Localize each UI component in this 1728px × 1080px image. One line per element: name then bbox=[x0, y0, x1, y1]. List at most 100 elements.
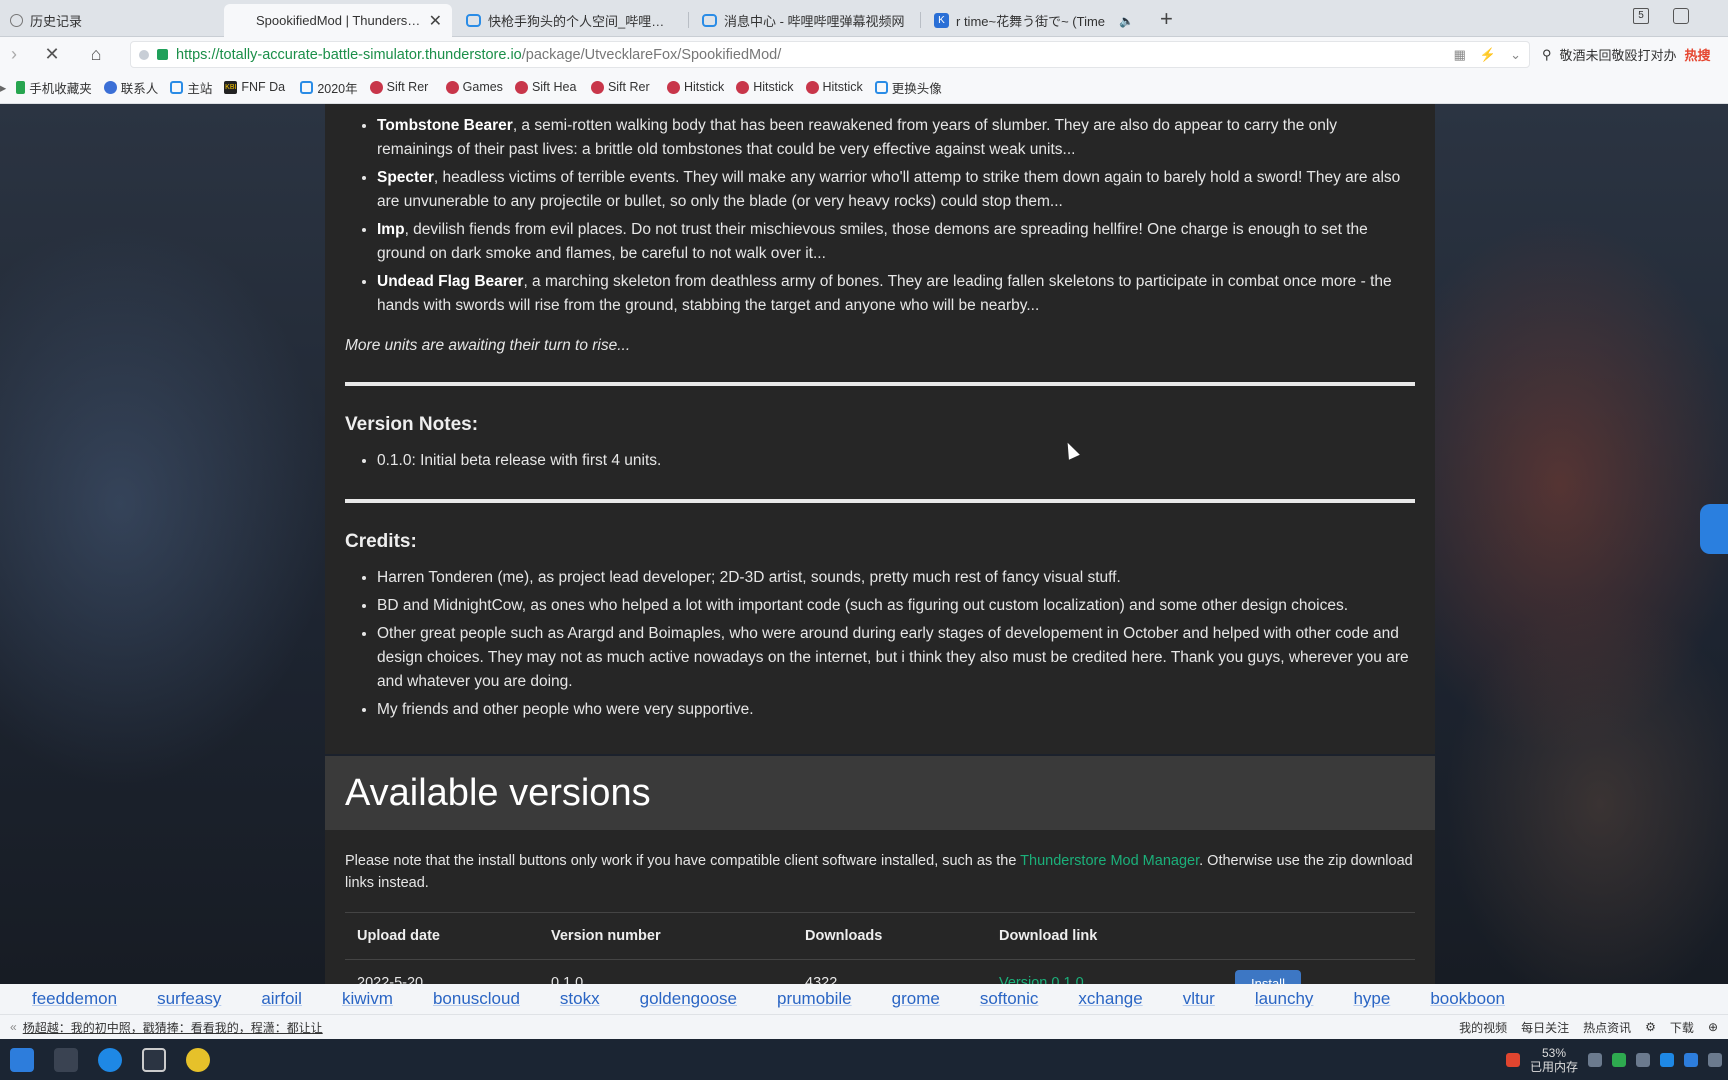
ad-link[interactable]: prumobile bbox=[777, 989, 852, 1009]
news-ticker[interactable]: 杨超越：我的初中照，戳猜捧：看看我的，程潇：都让让 bbox=[23, 1019, 323, 1036]
new-tab-icon[interactable]: + bbox=[1160, 6, 1173, 32]
bookmark-label: Sift Rer bbox=[386, 80, 429, 94]
zoom-icon[interactable]: ⊕ bbox=[1708, 1020, 1718, 1034]
bookmark-item[interactable]: Sift Rer bbox=[590, 80, 655, 94]
tab-bilibili-messages[interactable]: 消息中心 - 哔哩哔哩弹幕视频网 bbox=[692, 4, 918, 37]
download-button[interactable]: 下载 bbox=[1670, 1019, 1694, 1036]
recorder-icon[interactable] bbox=[44, 1039, 88, 1080]
version-notes-heading: Version Notes: bbox=[345, 414, 479, 435]
tab-spookifiedmod[interactable]: SpookifiedMod | Thunderstore ✕ bbox=[224, 4, 452, 37]
bolt-icon[interactable]: ⚡ bbox=[1480, 47, 1496, 63]
search-box[interactable]: ⚲ 敬酒未回敬殴打对办 热搜 bbox=[1538, 41, 1728, 68]
tab-history[interactable]: 历史记录 bbox=[0, 4, 220, 37]
ad-link[interactable]: stokx bbox=[560, 989, 600, 1009]
restore-icon[interactable] bbox=[1673, 8, 1689, 24]
tab-bilibili-space[interactable]: 快枪手狗头的个人空间_哔哩哔哩 bbox=[456, 4, 676, 37]
memory-usage[interactable]: 53% 已用内存 bbox=[1530, 1046, 1578, 1074]
collapse-icon[interactable]: « bbox=[10, 1020, 17, 1034]
bookmark-label: Sift Hea bbox=[531, 80, 577, 94]
settings-icon[interactable]: ⚙ bbox=[1645, 1020, 1656, 1034]
bookmark-item[interactable]: 手机收藏夹 bbox=[16, 78, 92, 97]
url-path: /package/UtvecklareFox/SpookifiedMod/ bbox=[521, 46, 782, 63]
ad-link[interactable]: airfoil bbox=[261, 989, 302, 1009]
list-item: Tombstone Bearer, a semi-rotten walking … bbox=[377, 114, 1415, 162]
download-count: 4322 bbox=[805, 975, 838, 984]
chevron-down-icon[interactable]: ⌄ bbox=[1510, 47, 1521, 63]
ad-link[interactable]: feeddemon bbox=[32, 989, 117, 1009]
address-bar[interactable]: https://totally-accurate-battle-simulato… bbox=[130, 41, 1530, 68]
list-item: My friends and other people who were ver… bbox=[377, 698, 1415, 722]
available-versions-panel: Please note that the install buttons onl… bbox=[325, 830, 1435, 984]
list-item: Harren Tonderen (me), as project lead de… bbox=[377, 566, 1415, 590]
floating-assistant-icon[interactable] bbox=[1700, 504, 1728, 554]
unit-description: , a marching skeleton from deathless arm… bbox=[377, 273, 1392, 314]
mod-manager-link[interactable]: Thunderstore Mod Manager bbox=[1020, 853, 1199, 869]
bookmark-item[interactable]: 更换头像 bbox=[874, 78, 942, 97]
tab-count-badge[interactable]: 5 bbox=[1633, 8, 1649, 24]
sogou-icon[interactable] bbox=[1505, 1052, 1520, 1067]
my-videos-button[interactable]: 我的视频 bbox=[1459, 1019, 1507, 1036]
bookmark-item[interactable]: Hitstick bbox=[666, 80, 724, 94]
shield-icon[interactable] bbox=[1612, 1052, 1626, 1067]
bookmark-item[interactable]: 2020年 bbox=[300, 78, 358, 97]
ad-link[interactable]: kiwivm bbox=[342, 989, 393, 1009]
stop-loading-icon[interactable]: ✕ bbox=[40, 42, 64, 66]
unit-name: Specter bbox=[377, 169, 434, 186]
bookmark-item[interactable]: Sift Hea bbox=[514, 80, 579, 94]
ad-link[interactable]: hype bbox=[1353, 989, 1390, 1009]
ad-link[interactable]: bonuscloud bbox=[433, 989, 520, 1009]
install-note: Please note that the install buttons onl… bbox=[345, 850, 1415, 894]
bookmarks-bar: ▸ 手机收藏夹 联系人 主站 KBI FNF Da 2020年 Sift Rer … bbox=[0, 71, 1728, 104]
taskbar: 53% 已用内存 bbox=[0, 1039, 1728, 1080]
forward-icon[interactable]: › bbox=[2, 42, 26, 66]
upload-date: 2022-5-20 bbox=[357, 975, 424, 984]
ad-link[interactable]: xchange bbox=[1078, 989, 1142, 1009]
sift-icon bbox=[590, 80, 604, 94]
browser-icon[interactable] bbox=[88, 1039, 132, 1080]
bookmark-item[interactable]: KBI FNF Da bbox=[224, 80, 288, 94]
ad-link[interactable]: vltur bbox=[1183, 989, 1215, 1009]
bookmark-item[interactable]: Hitstick bbox=[736, 80, 794, 94]
app-icon[interactable] bbox=[176, 1039, 220, 1080]
column-header: Downloads bbox=[805, 928, 883, 944]
unit-description: , headless victims of terrible events. T… bbox=[377, 169, 1401, 210]
phone-icon bbox=[16, 80, 26, 94]
tray-icon[interactable] bbox=[1660, 1052, 1674, 1067]
ad-link[interactable]: launchy bbox=[1255, 989, 1314, 1009]
ad-link[interactable]: surfeasy bbox=[157, 989, 221, 1009]
download-link[interactable]: Version 0.1.0 bbox=[999, 975, 1084, 984]
bookmark-item[interactable]: Hitstick bbox=[805, 80, 863, 94]
start-icon[interactable] bbox=[0, 1039, 44, 1080]
bookmark-overflow-icon[interactable]: ▸ bbox=[0, 80, 6, 95]
ad-link[interactable]: softonic bbox=[980, 989, 1039, 1009]
list-item: Imp, devilish fiends from evil places. D… bbox=[377, 218, 1415, 266]
ad-link[interactable]: goldengoose bbox=[640, 989, 737, 1009]
unit-name: Imp bbox=[377, 221, 405, 238]
column-header: Upload date bbox=[357, 928, 440, 944]
camera-icon[interactable] bbox=[132, 1039, 176, 1080]
install-button[interactable]: Install bbox=[1235, 969, 1301, 984]
close-icon[interactable]: ✕ bbox=[429, 11, 442, 31]
bookmark-item[interactable]: Games bbox=[445, 80, 503, 94]
tray-icon[interactable] bbox=[1588, 1052, 1602, 1067]
hot-news-button[interactable]: 热点资讯 bbox=[1583, 1019, 1631, 1036]
network-icon[interactable] bbox=[1708, 1052, 1722, 1067]
home-icon[interactable]: ⌂ bbox=[84, 42, 108, 66]
qr-code-icon[interactable]: ▦ bbox=[1454, 47, 1466, 63]
hot-search-badge[interactable]: 热搜 bbox=[1685, 45, 1711, 64]
unit-list: Tombstone Bearer, a semi-rotten walking … bbox=[345, 114, 1415, 322]
tray-icon[interactable] bbox=[1684, 1052, 1698, 1067]
bookmark-item[interactable]: Sift Rer bbox=[369, 80, 434, 94]
navigation-bar: › ✕ ⌂ https://totally-accurate-battle-si… bbox=[0, 37, 1728, 71]
tab-music[interactable]: K r time~花舞う街で~ (Time 🔈 bbox=[924, 4, 1144, 37]
speaker-icon[interactable]: 🔈 bbox=[1119, 14, 1134, 28]
tray-icon[interactable] bbox=[1636, 1052, 1650, 1067]
daily-follow-button[interactable]: 每日关注 bbox=[1521, 1019, 1569, 1036]
version-notes-list: 0.1.0: Initial beta release with first 4… bbox=[345, 449, 1415, 477]
bookmark-item[interactable]: 主站 bbox=[170, 78, 212, 97]
note-text: Please note that the install buttons onl… bbox=[345, 853, 1021, 869]
ad-link[interactable]: bookboon bbox=[1430, 989, 1505, 1009]
page-viewport[interactable]: Tombstone Bearer, a semi-rotten walking … bbox=[0, 104, 1728, 984]
ad-link[interactable]: grome bbox=[892, 989, 940, 1009]
bookmark-item[interactable]: 联系人 bbox=[103, 78, 158, 97]
